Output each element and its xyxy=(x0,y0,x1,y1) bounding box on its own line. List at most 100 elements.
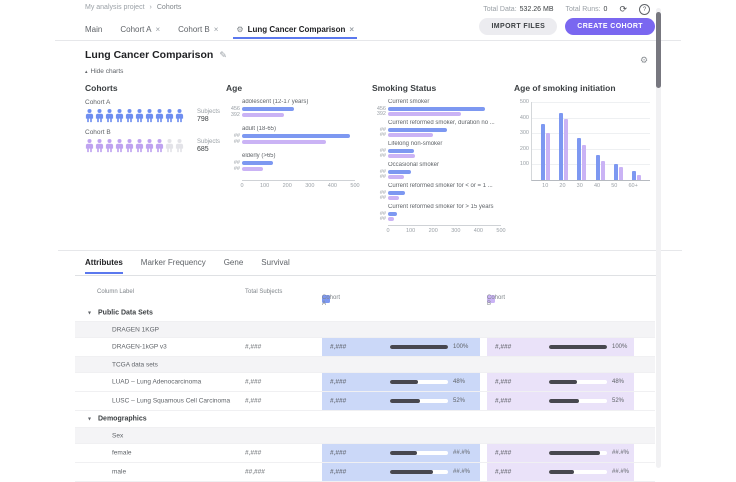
cell-bar-track xyxy=(390,380,448,384)
bar-row: ## xyxy=(226,166,362,172)
tab-label: Main xyxy=(85,25,102,34)
help-icon[interactable]: ? xyxy=(639,4,650,15)
table-row[interactable]: DRAGEN-1kGP v3#,####,###100%#,###100% xyxy=(75,338,655,357)
bar-b xyxy=(619,167,623,180)
breadcrumb-project-link[interactable]: My analysis project xyxy=(85,4,145,11)
bar-a xyxy=(614,164,618,180)
axis-tick: 0 xyxy=(240,183,243,189)
cohort-a-cell: #,###52% xyxy=(322,392,480,410)
cell-bar-fill xyxy=(390,470,433,474)
bar-group: Current reformed smoker, duration no ...… xyxy=(372,120,512,137)
bar-side-value: ## xyxy=(372,132,386,138)
tab-label: Cohort A xyxy=(120,25,151,34)
age-chart-title: Age xyxy=(226,83,362,93)
axis-tick: 200 xyxy=(283,183,292,189)
tab-cohort-b[interactable]: Cohort B × xyxy=(178,25,218,34)
bar-group-label: adult (18-65) xyxy=(242,126,362,132)
tab-marker-frequency[interactable]: Marker Frequency xyxy=(141,258,206,274)
total-subjects-header[interactable]: Total Subjects xyxy=(245,289,282,295)
tab-bar: Main Cohort A × Cohort B × ⚙ Lung Cancer… xyxy=(85,22,354,37)
charts-table-divider xyxy=(58,250,682,251)
cohort-a-row: Cohort A Subjects 798 xyxy=(85,99,225,123)
cell-percent: ##.#% xyxy=(612,469,629,475)
bar-group-label: Lifelong non-smoker xyxy=(388,141,512,147)
page-title: Lung Cancer Comparison ✎ xyxy=(85,49,227,61)
tab-survival[interactable]: Survival xyxy=(261,258,289,274)
cell-bar-track xyxy=(549,399,607,403)
scrollbar-thumb[interactable] xyxy=(656,12,661,88)
hide-charts-toggle[interactable]: ▴ Hide charts xyxy=(85,68,123,75)
bar-b xyxy=(582,145,586,180)
table-row[interactable]: female#,####,#####.#%#,#####.#% xyxy=(75,444,655,463)
cell-bar-track xyxy=(549,451,607,455)
tab-attributes[interactable]: Attributes xyxy=(85,258,123,274)
cell-value: #,### xyxy=(330,344,346,351)
bar-side-value: 392 xyxy=(372,111,386,117)
bar-side-value: ## xyxy=(226,139,240,145)
person-icon xyxy=(95,138,104,153)
bar-b xyxy=(388,196,399,200)
column-label-header[interactable]: Column Label xyxy=(97,289,134,295)
initiation-chart-title: Age of smoking initiation xyxy=(514,83,654,93)
table-row[interactable]: male##,####,#####.#%#,#####.#% xyxy=(75,463,655,482)
tab-cohort-a[interactable]: Cohort A × xyxy=(120,25,160,34)
close-icon[interactable]: × xyxy=(214,25,219,34)
bar-group: Current reformed smoker for < or = 1 ...… xyxy=(372,183,512,200)
cell-value: #,### xyxy=(330,469,346,476)
table-row[interactable]: LUSC – Lung Squamous Cell Carcinoma#,###… xyxy=(75,392,655,411)
close-icon[interactable]: × xyxy=(155,25,160,34)
person-icon xyxy=(105,138,114,153)
chart-settings-gear-icon[interactable]: ⚙ xyxy=(640,55,648,66)
create-cohort-button[interactable]: CREATE COHORT xyxy=(565,18,655,35)
x-axis-tick: 20 xyxy=(559,183,565,189)
tab-gene[interactable]: Gene xyxy=(224,258,244,274)
bar-row: ## xyxy=(372,216,512,221)
import-files-button[interactable]: IMPORT FILES xyxy=(479,18,557,35)
bar-group: adult (18-65)#### xyxy=(226,126,362,145)
group-label: Public Data Sets xyxy=(98,310,153,317)
edit-pencil-icon[interactable]: ✎ xyxy=(219,50,227,61)
bar-group: Occasional smoker#### xyxy=(372,162,512,179)
person-icon xyxy=(175,108,184,123)
y-axis-tick: 200 xyxy=(515,146,529,152)
caret-down-icon: ▾ xyxy=(88,310,91,317)
x-axis-tick: 40 xyxy=(594,183,600,189)
bar-group: adolescent (12-17 years)456392 xyxy=(226,99,362,118)
table-subheader-row: TCGA data sets xyxy=(75,357,655,373)
cohort-a-cell: #,###100% xyxy=(322,338,480,356)
bar-row: ## xyxy=(226,139,362,145)
cohort-a-cell: #,### ##.#% xyxy=(322,463,480,481)
bar-group-label: Current smoker xyxy=(388,99,512,105)
bar-b xyxy=(601,161,605,180)
bar-a xyxy=(242,161,273,165)
table-group-row[interactable]: ▾Demographics xyxy=(75,411,655,428)
cell-value: #,### xyxy=(495,379,511,386)
table-group-row[interactable]: ▾ Public Data Sets xyxy=(75,305,655,322)
cell-value: #,### xyxy=(495,344,511,351)
cell-bar-fill xyxy=(390,380,418,384)
bar-group-label: elderly (>65) xyxy=(242,153,362,159)
row-label: LUAD – Lung Adenocarcinoma xyxy=(112,379,201,386)
close-icon[interactable]: × xyxy=(349,25,354,34)
bar-pair xyxy=(541,124,550,180)
cell-value: #,### xyxy=(330,379,346,386)
bar-b xyxy=(388,154,415,158)
cell-percent: ##.#% xyxy=(453,469,470,475)
bar-a xyxy=(541,124,545,180)
tab-main[interactable]: Main xyxy=(85,25,102,34)
refresh-icon[interactable]: ⟳ xyxy=(619,5,627,14)
tab-label: Lung Cancer Comparison xyxy=(248,25,346,34)
tab-label: Cohort B xyxy=(178,25,210,34)
axis-tick: 400 xyxy=(328,183,337,189)
axis-tick: 0 xyxy=(386,228,389,234)
person-icon xyxy=(155,138,164,153)
bar-a xyxy=(596,155,600,180)
cell-bar-fill xyxy=(549,451,600,455)
cell-value: #,### xyxy=(495,398,511,405)
table-row[interactable]: LUAD – Lung Adenocarcinoma#,####,###48%#… xyxy=(75,373,655,392)
person-icon xyxy=(95,108,104,123)
cell-bar-fill xyxy=(549,380,577,384)
cell-percent: 52% xyxy=(453,398,465,404)
person-icon xyxy=(105,108,114,123)
tab-lung-cancer-comparison[interactable]: ⚙ Lung Cancer Comparison × xyxy=(236,25,354,34)
